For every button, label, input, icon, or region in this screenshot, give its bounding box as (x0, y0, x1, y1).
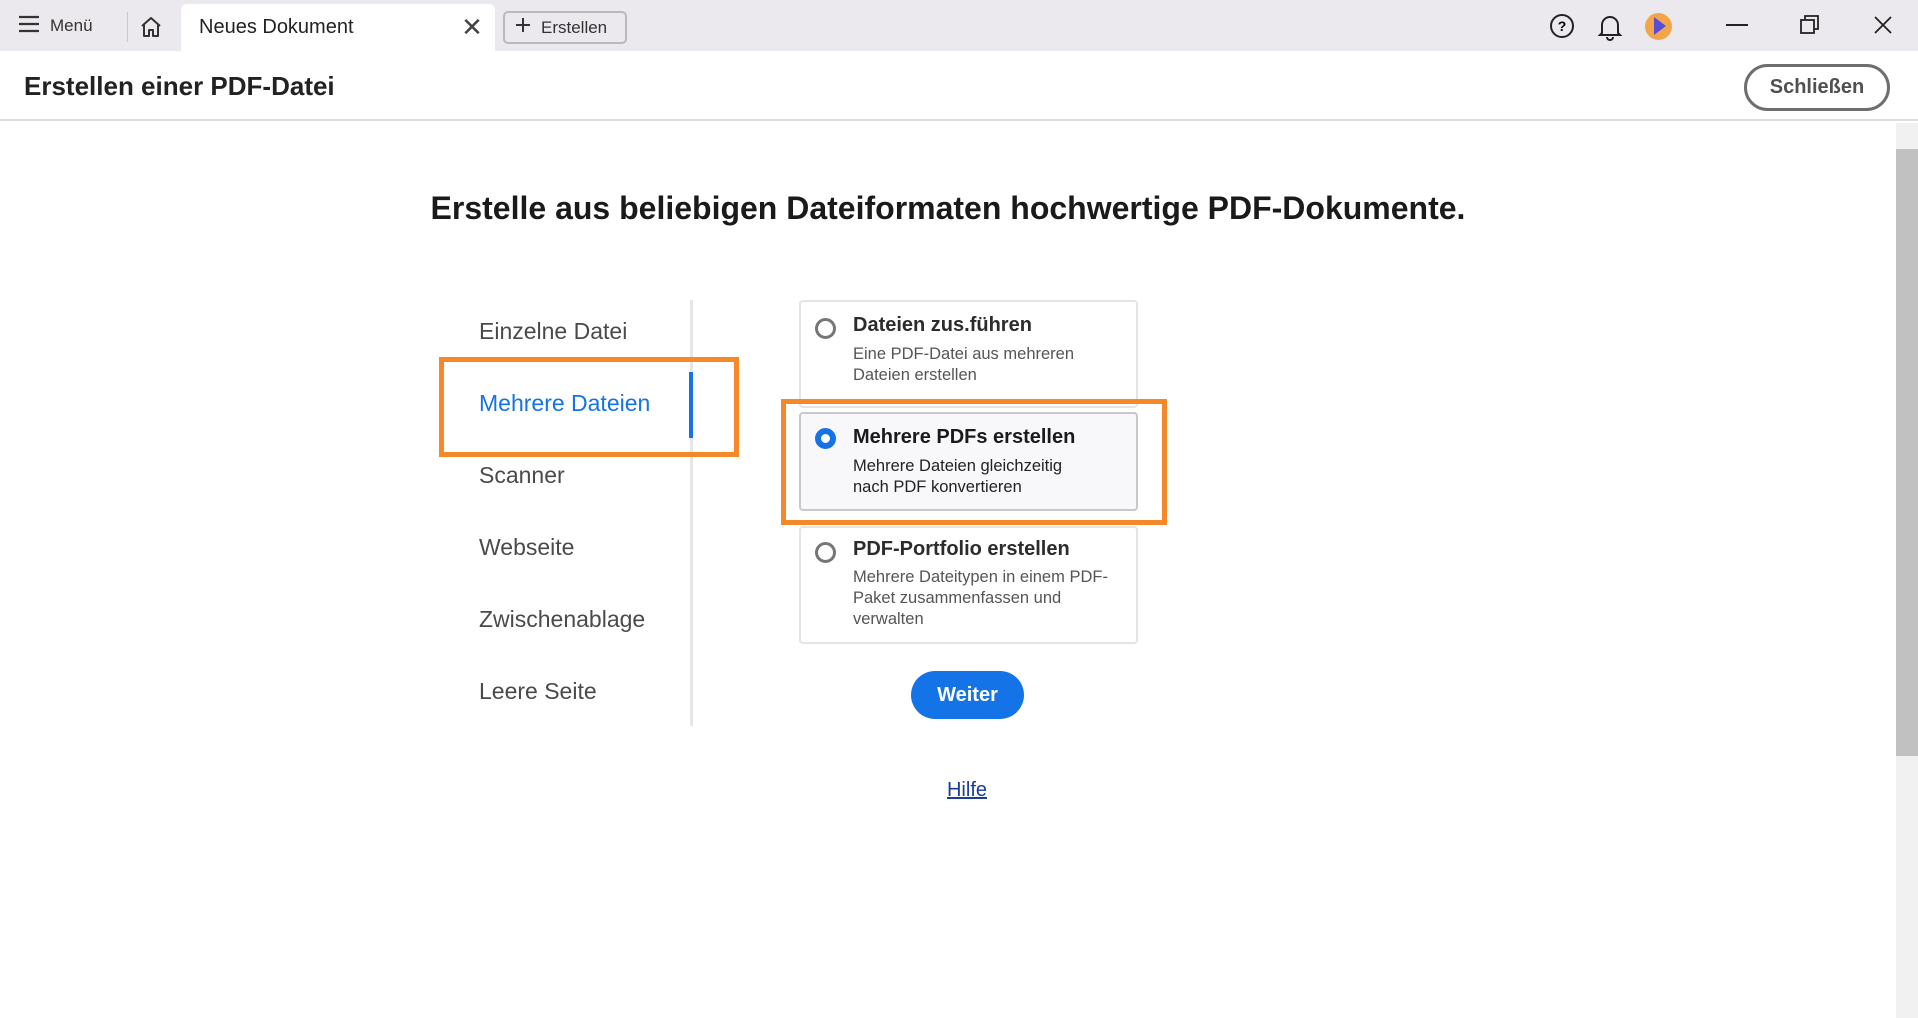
radio-button[interactable] (815, 318, 836, 339)
nav-item-zwischenablage[interactable]: Zwischenablage (479, 606, 645, 633)
option-description: Eine PDF-Datei aus mehreren Dateien erst… (853, 344, 1133, 386)
menu-button[interactable]: Menü (18, 10, 93, 42)
hamburger-icon (18, 15, 40, 38)
option-description: Mehrere Dateitypen in einem PDF-Paket zu… (853, 567, 1133, 630)
radio-button[interactable] (815, 542, 836, 563)
scrollbar-thumb[interactable] (1896, 149, 1918, 756)
option-title: PDF-Portfolio erstellen (853, 538, 1070, 561)
menu-label: Menü (50, 16, 93, 36)
close-window-icon[interactable] (1870, 12, 1896, 38)
avatar[interactable] (1645, 13, 1672, 40)
tab-neues-dokument[interactable]: Neues Dokument (181, 4, 495, 51)
page-title: Erstellen einer PDF-Datei (24, 71, 335, 102)
svg-text:?: ? (1558, 18, 1567, 34)
create-button[interactable]: Erstellen (503, 11, 627, 44)
divider (127, 12, 128, 42)
highlight-box (781, 399, 1167, 525)
nav-item-scanner[interactable]: Scanner (479, 462, 565, 489)
help-link[interactable]: Hilfe (0, 779, 1918, 802)
nav-item-webseite[interactable]: Webseite (479, 534, 574, 561)
tab-label: Neues Dokument (199, 16, 354, 39)
nav-item-einzelne-datei[interactable]: Einzelne Datei (479, 318, 627, 345)
help-icon[interactable]: ? (1548, 12, 1576, 40)
option-title: Dateien zus.führen (853, 314, 1032, 337)
option-dateien-zusammenfuehren[interactable]: Dateien zus.führen Eine PDF-Datei aus me… (799, 300, 1138, 408)
next-button[interactable]: Weiter (911, 671, 1024, 719)
bell-icon[interactable] (1596, 12, 1624, 42)
nav-item-leere-seite[interactable]: Leere Seite (479, 678, 597, 705)
home-icon[interactable] (136, 12, 166, 42)
main-heading: Erstelle aus beliebigen Dateiformaten ho… (0, 190, 1896, 227)
option-pdf-portfolio-erstellen[interactable]: PDF-Portfolio erstellen Mehrere Dateityp… (799, 526, 1138, 644)
highlight-box (439, 357, 739, 457)
minimize-icon[interactable] (1726, 24, 1748, 26)
plus-icon (515, 17, 531, 38)
restore-icon[interactable] (1798, 13, 1822, 37)
close-button[interactable]: Schließen (1744, 64, 1890, 111)
close-tab-icon[interactable]: ✕ (458, 13, 486, 41)
create-label: Erstellen (541, 18, 607, 38)
